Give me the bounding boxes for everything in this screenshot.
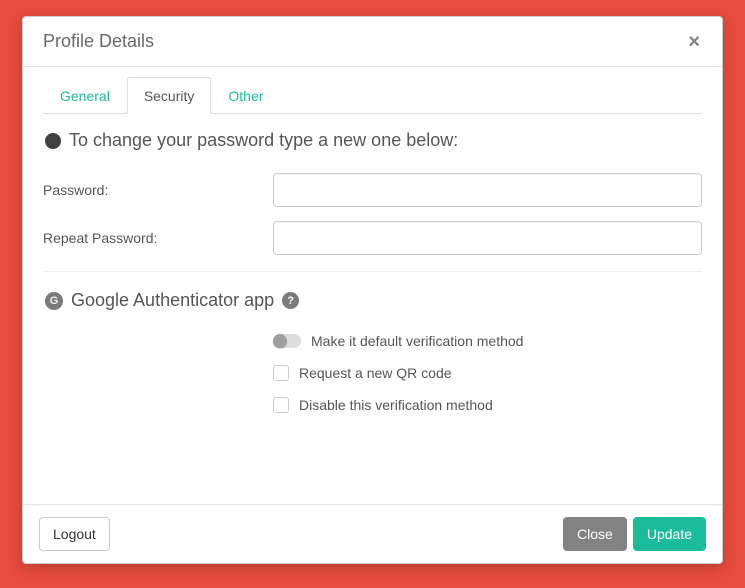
authenticator-heading: G Google Authenticator app ? xyxy=(45,290,702,311)
default-toggle[interactable] xyxy=(273,334,301,348)
password-input[interactable] xyxy=(273,173,702,207)
password-row: Password: xyxy=(43,173,702,207)
logout-button[interactable]: Logout xyxy=(39,517,110,551)
update-button[interactable]: Update xyxy=(633,517,706,551)
disable-checkbox[interactable] xyxy=(273,397,289,413)
new-qr-label: Request a new QR code xyxy=(299,365,452,381)
new-qr-checkbox[interactable] xyxy=(273,365,289,381)
tab-other[interactable]: Other xyxy=(211,77,280,114)
option-new-qr: Request a new QR code xyxy=(273,365,702,381)
modal-body: General Security Other To change your pa… xyxy=(23,67,722,504)
repeat-password-input[interactable] xyxy=(273,221,702,255)
tab-security[interactable]: Security xyxy=(127,77,212,114)
password-section-heading: To change your password type a new one b… xyxy=(45,130,702,151)
modal-title: Profile Details xyxy=(43,31,154,52)
password-heading-text: To change your password type a new one b… xyxy=(69,130,458,151)
password-label: Password: xyxy=(43,182,273,198)
modal-footer: Logout Close Update xyxy=(23,504,722,563)
repeat-password-row: Repeat Password: xyxy=(43,221,702,255)
option-disable: Disable this verification method xyxy=(273,397,702,413)
google-auth-icon: G xyxy=(45,292,63,310)
authenticator-options: Make it default verification method Requ… xyxy=(273,333,702,413)
close-icon[interactable]: × xyxy=(684,32,704,52)
bullet-icon xyxy=(45,133,61,149)
authenticator-heading-text: Google Authenticator app xyxy=(71,290,274,311)
repeat-password-label: Repeat Password: xyxy=(43,230,273,246)
modal-header: Profile Details × xyxy=(23,17,722,67)
close-button[interactable]: Close xyxy=(563,517,627,551)
tab-general[interactable]: General xyxy=(43,77,127,114)
profile-details-modal: Profile Details × General Security Other… xyxy=(22,16,723,564)
tab-bar: General Security Other xyxy=(43,77,702,114)
disable-label: Disable this verification method xyxy=(299,397,493,413)
section-divider xyxy=(43,271,702,272)
option-default-verification: Make it default verification method xyxy=(273,333,702,349)
default-toggle-label: Make it default verification method xyxy=(311,333,523,349)
help-icon[interactable]: ? xyxy=(282,292,299,309)
